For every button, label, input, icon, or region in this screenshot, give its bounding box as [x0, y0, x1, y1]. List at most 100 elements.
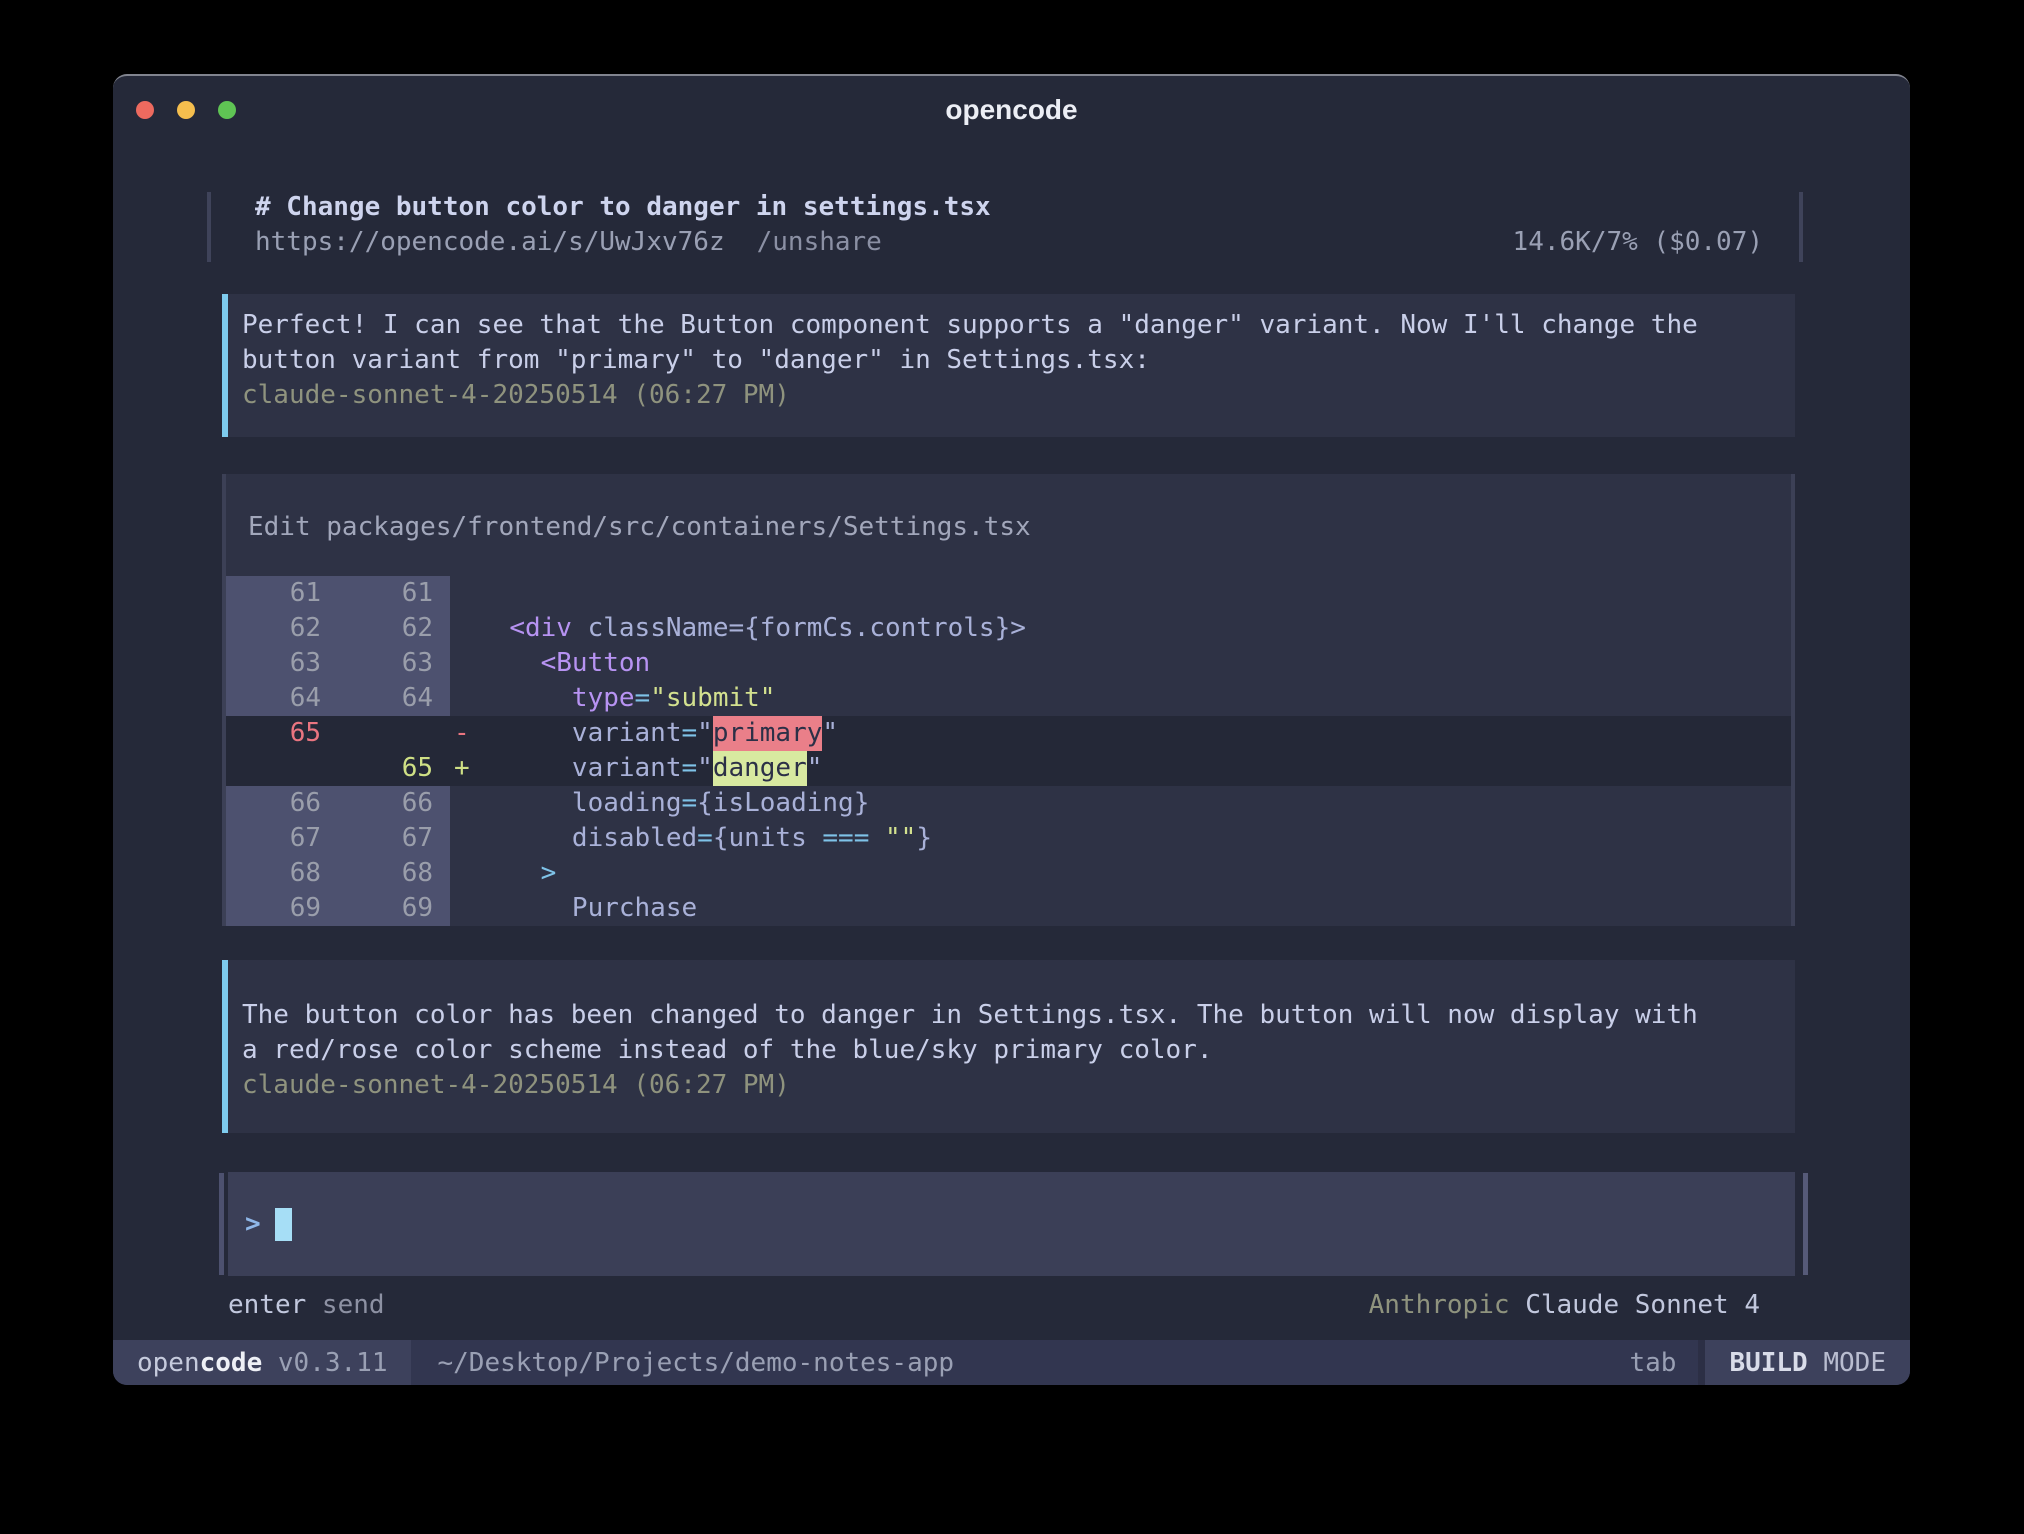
line-number-old: 69 — [226, 891, 338, 926]
assistant-message-block: The button color has been changed to dan… — [222, 960, 1795, 1133]
diff-marker — [450, 856, 478, 891]
line-number-old: 67 — [226, 821, 338, 856]
tab-key-hint: tab — [1629, 1340, 1676, 1385]
assistant-message-block: Perfect! I can see that the Button compo… — [222, 294, 1795, 437]
diff-row: 6868 > — [226, 856, 1791, 891]
line-number-new: 61 — [338, 576, 450, 611]
message-text: The button color has been changed to dan… — [242, 998, 1775, 1033]
prompt-input[interactable]: > — [228, 1172, 1795, 1276]
provider-label: Anthropic — [1369, 1290, 1526, 1320]
line-number-new: 62 — [338, 611, 450, 646]
diff-marker — [450, 786, 478, 821]
diff-row: 65 - variant="primary" — [226, 716, 1791, 751]
code-line — [478, 576, 1791, 611]
diff-row: 6363 <Button — [226, 646, 1791, 681]
main-content: # Change button color to danger in setti… — [113, 144, 1910, 1340]
line-number-old: 61 — [226, 576, 338, 611]
diff-row: 6262 <div className={formCs.controls}> — [226, 611, 1791, 646]
close-button[interactable] — [136, 101, 154, 119]
session-header: # Change button color to danger in setti… — [222, 190, 1795, 264]
app-version: v0.3.11 — [262, 1348, 387, 1378]
session-subline: https://opencode.ai/s/UwJxv76z/unshare 1… — [255, 225, 1795, 260]
message-meta: claude-sonnet-4-20250514 (06:27 PM) — [242, 378, 1775, 413]
code-line: > — [478, 856, 1791, 891]
send-label: send — [306, 1290, 384, 1320]
session-title: # Change button color to danger in setti… — [255, 190, 1795, 225]
message-text: Perfect! I can see that the Button compo… — [242, 308, 1775, 343]
line-number-new: 69 — [338, 891, 450, 926]
line-number-old: 68 — [226, 856, 338, 891]
diff-row: 6767 disabled={units === ""} — [226, 821, 1791, 856]
enter-key-label: enter — [228, 1290, 306, 1320]
diff-row: 6666 loading={isLoading} — [226, 786, 1791, 821]
code-line: variant="primary" — [478, 716, 1791, 751]
diff-row: 65+ variant="danger" — [226, 751, 1791, 786]
app-name-open: open — [137, 1348, 200, 1378]
diff-view: 61616262 <div className={formCs.controls… — [226, 576, 1791, 926]
zoom-button[interactable] — [218, 101, 236, 119]
share-url[interactable]: https://opencode.ai/s/UwJxv76z — [255, 227, 725, 257]
line-number-old: 64 — [226, 681, 338, 716]
diff-marker: - — [450, 716, 478, 751]
text-cursor — [275, 1208, 292, 1241]
statusbar: opencode v0.3.11 ~/Desktop/Projects/demo… — [113, 1340, 1910, 1385]
titlebar: opencode — [113, 76, 1910, 144]
code-line: type="submit" — [478, 681, 1791, 716]
model-label: Claude Sonnet 4 — [1525, 1290, 1760, 1320]
line-number-old: 63 — [226, 646, 338, 681]
edit-tool-title: Edit packages/frontend/src/containers/Se… — [226, 510, 1791, 545]
line-number-old — [226, 751, 338, 786]
header-right-pipe — [1799, 192, 1803, 262]
diff-row: 6969 Purchase — [226, 891, 1791, 926]
line-number-new: 68 — [338, 856, 450, 891]
context-usage: 14.6K/7% ($0.07) — [1513, 225, 1763, 260]
line-number-old: 65 — [226, 716, 338, 751]
code-line: disabled={units === ""} — [478, 821, 1791, 856]
line-number-new: 67 — [338, 821, 450, 856]
message-text: a red/rose color scheme instead of the b… — [242, 1033, 1775, 1068]
code-line: variant="danger" — [478, 751, 1791, 786]
mode-suffix: MODE — [1808, 1348, 1886, 1378]
message-meta: claude-sonnet-4-20250514 (06:27 PM) — [242, 1068, 1775, 1103]
app-name-code: code — [200, 1348, 263, 1378]
diff-marker — [450, 681, 478, 716]
diff-marker: + — [450, 751, 478, 786]
line-number-new: 66 — [338, 786, 450, 821]
mode-chip[interactable]: BUILD MODE — [1705, 1340, 1910, 1385]
line-number-new: 65 — [338, 751, 450, 786]
diff-marker — [450, 891, 478, 926]
line-number-new: 63 — [338, 646, 450, 681]
diff-marker — [450, 576, 478, 611]
line-number-new — [338, 716, 450, 751]
model-info: Anthropic Claude Sonnet 4 — [1369, 1288, 1760, 1323]
mode-name: BUILD — [1729, 1348, 1807, 1378]
traffic-lights — [136, 101, 236, 119]
code-line: <div className={formCs.controls}> — [478, 611, 1791, 646]
statusbar-divider — [1698, 1340, 1705, 1385]
cwd-path: ~/Desktop/Projects/demo-notes-app — [437, 1340, 954, 1385]
diff-marker — [450, 821, 478, 856]
code-line: Purchase — [478, 891, 1791, 926]
message-text: button variant from "primary" to "danger… — [242, 343, 1775, 378]
app-version-chip: opencode v0.3.11 — [113, 1340, 411, 1385]
footer-hints: enter send Anthropic Claude Sonnet 4 — [222, 1288, 1795, 1323]
diff-marker — [450, 646, 478, 681]
input-left-pipe — [219, 1173, 224, 1275]
header-left-pipe — [207, 192, 211, 262]
opencode-window: opencode # Change button color to danger… — [113, 74, 1910, 1385]
send-hint: enter send — [228, 1288, 385, 1323]
window-title: opencode — [945, 94, 1077, 126]
input-right-pipe — [1803, 1173, 1808, 1275]
unshare-command[interactable]: /unshare — [757, 227, 882, 257]
prompt-symbol: > — [245, 1207, 261, 1242]
edit-tool-block: Edit packages/frontend/src/containers/Se… — [222, 474, 1795, 926]
code-line: <Button — [478, 646, 1791, 681]
statusbar-spacer — [954, 1340, 1629, 1385]
line-number-new: 64 — [338, 681, 450, 716]
diff-row: 6161 — [226, 576, 1791, 611]
line-number-old: 66 — [226, 786, 338, 821]
diff-row: 6464 type="submit" — [226, 681, 1791, 716]
code-line: loading={isLoading} — [478, 786, 1791, 821]
minimize-button[interactable] — [177, 101, 195, 119]
diff-marker — [450, 611, 478, 646]
